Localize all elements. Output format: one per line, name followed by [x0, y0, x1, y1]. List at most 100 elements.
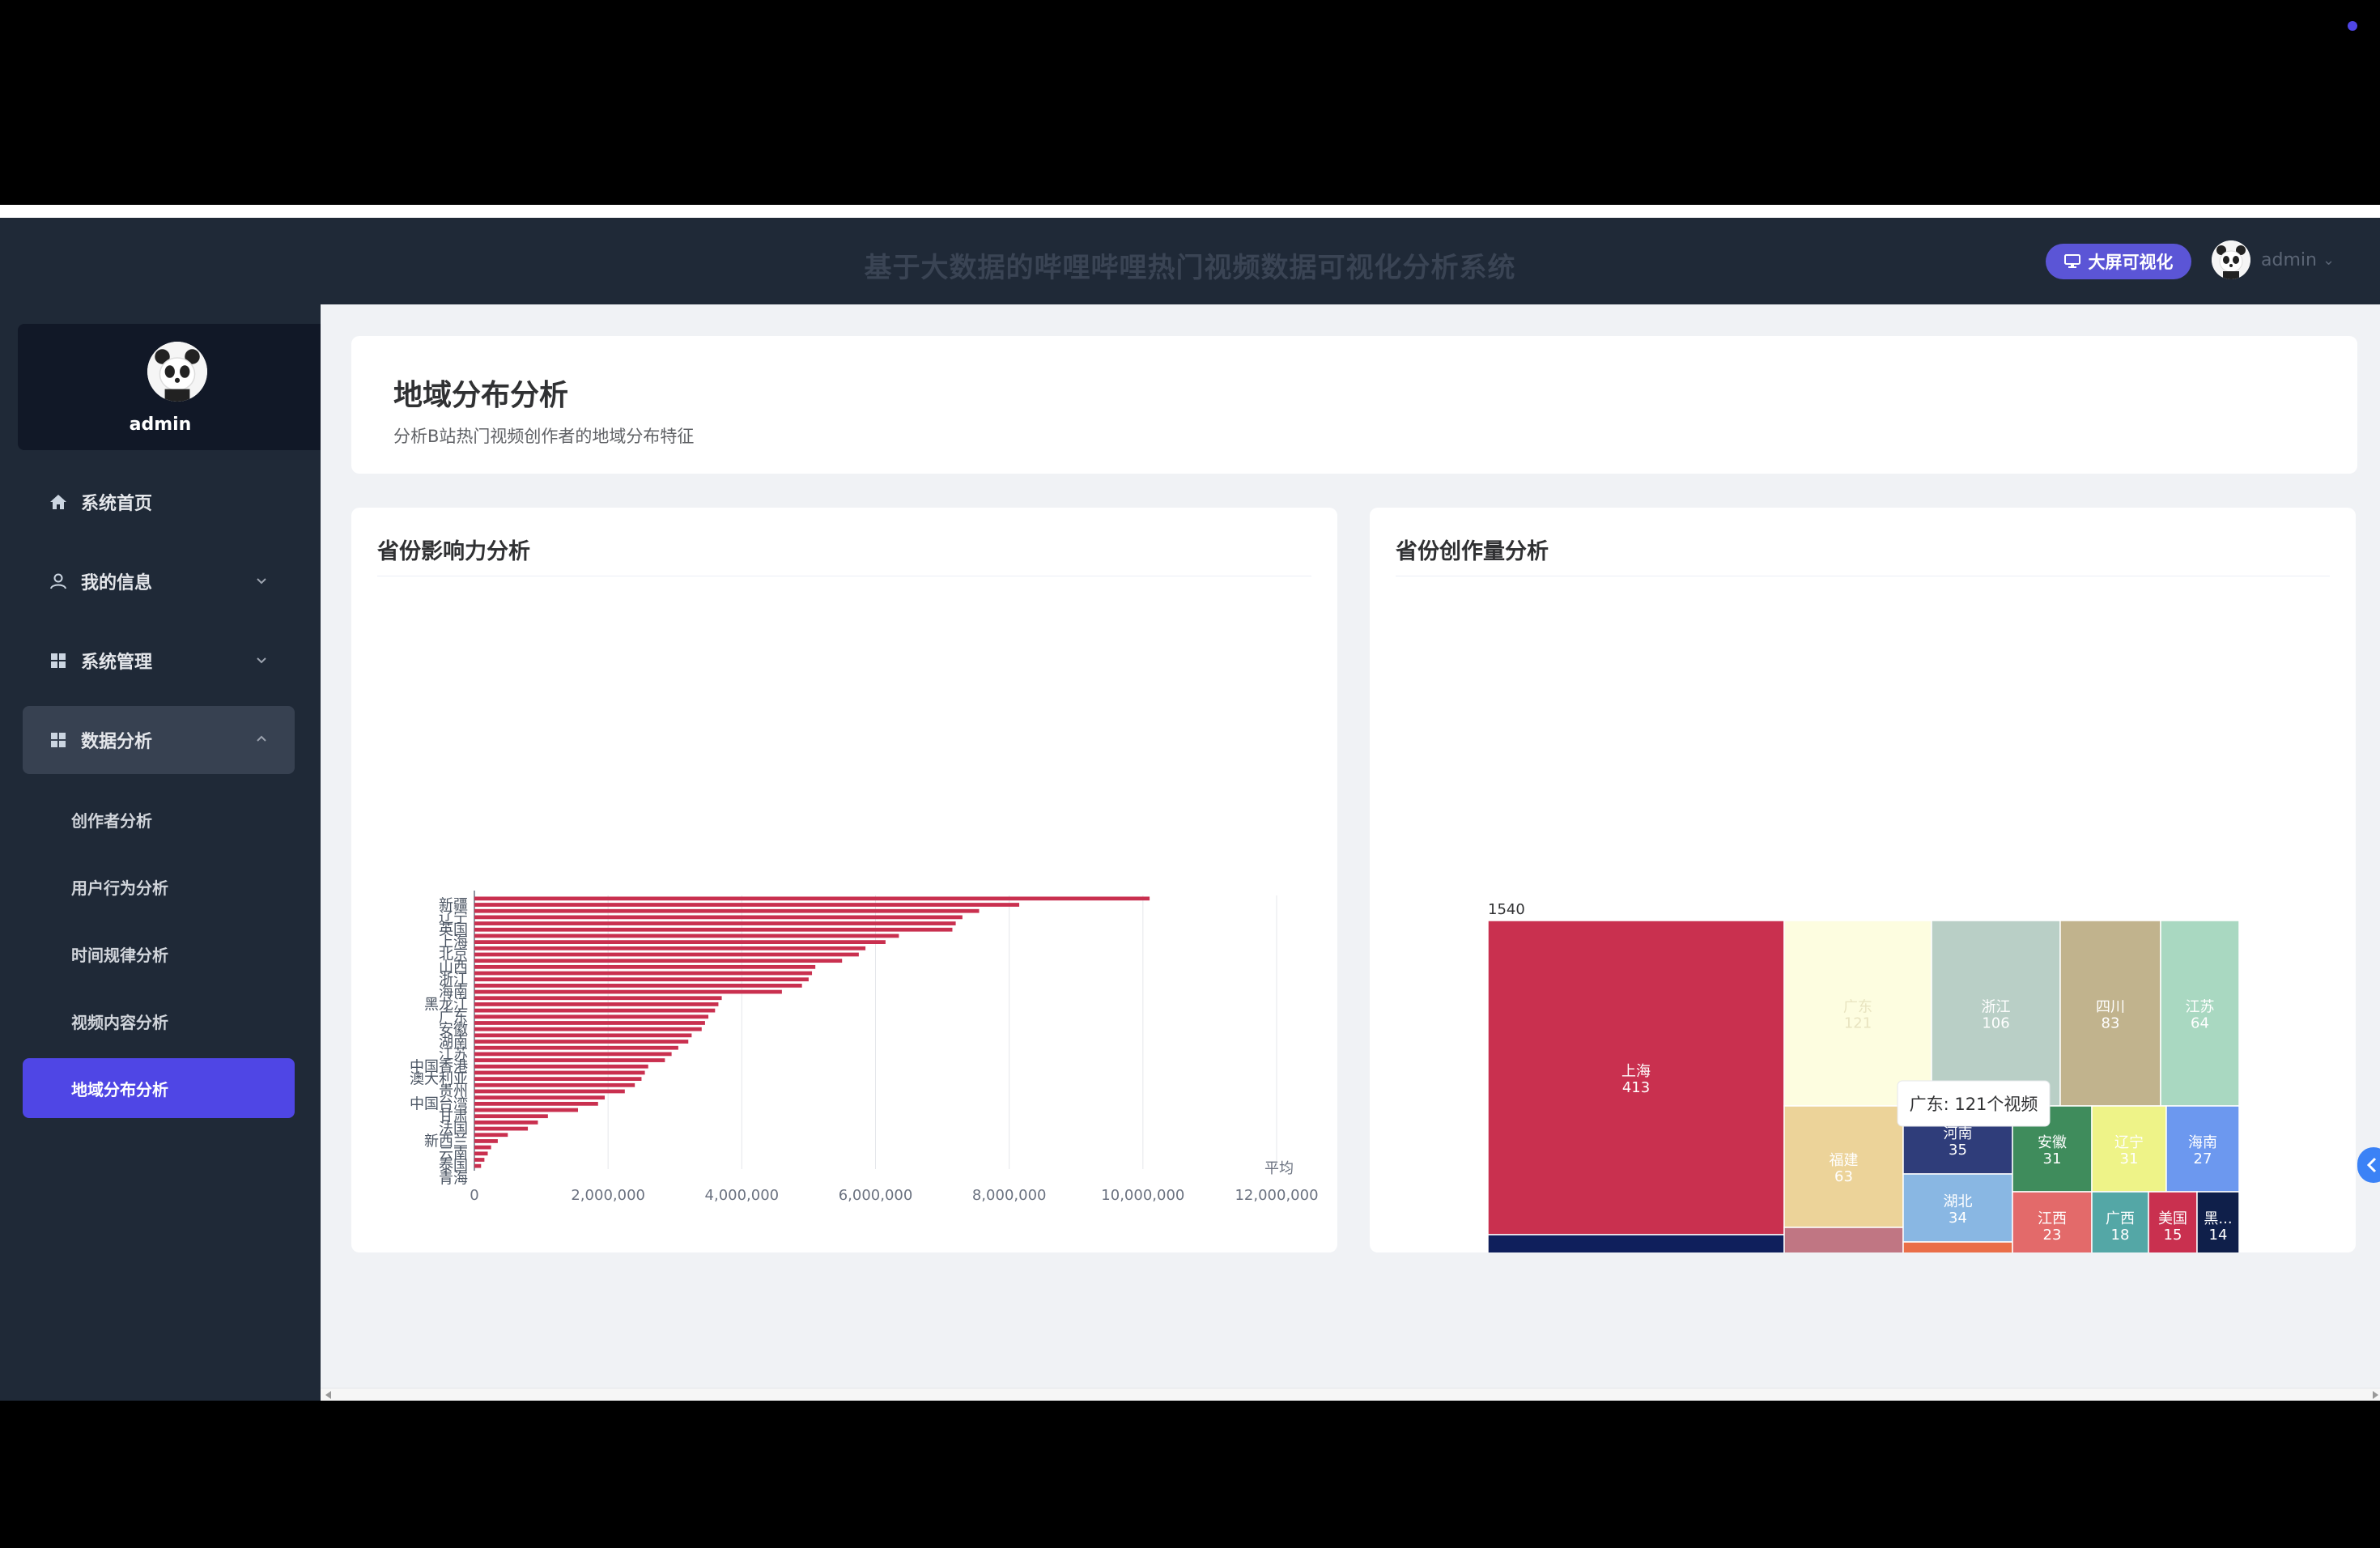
app-window: 基于大数据的哔哩哔哩热门视频数据可视化分析系统 大屏可视化 admin ⌄ ad…: [0, 218, 2380, 1401]
scroll-left-arrow-icon[interactable]: [325, 1391, 331, 1399]
sidebar-item-label: 系统管理: [81, 653, 153, 673]
treemap-cell-value: 31: [2120, 1150, 2139, 1167]
treemap-cell-name: 福建: [1830, 1152, 1859, 1169]
bar: [474, 1064, 648, 1069]
sidebar-item-data-analysis[interactable]: 数据分析: [23, 706, 295, 774]
bar: [474, 896, 1150, 901]
x-tick-label: 0: [470, 1187, 478, 1204]
treemap-cell[interactable]: [1783, 1227, 1904, 1252]
treemap-cell-value: 121: [1844, 1015, 1872, 1032]
big-screen-label: 大屏可视化: [2088, 253, 2174, 272]
treemap-tooltip: 广东: 121个视频: [1897, 1080, 2051, 1127]
system-title: 基于大数据的哔哩哔哩热门视频数据可视化分析系统: [864, 252, 1516, 284]
x-tick-label: 6,000,000: [839, 1187, 913, 1204]
treemap-cell-value: 15: [2164, 1227, 2182, 1244]
sidebar-item-system-management[interactable]: 系统管理: [23, 627, 295, 695]
treemap-total-label: 1540: [1488, 901, 1525, 918]
bar: [474, 915, 963, 920]
x-tick-label: 2,000,000: [571, 1187, 645, 1204]
bar: [474, 1089, 625, 1094]
bar: [474, 1058, 665, 1062]
chevron-down-icon: [257, 578, 266, 585]
treemap-cell[interactable]: [1902, 1241, 2013, 1252]
bar: [474, 1126, 529, 1131]
treemap-cell-name: 辽宁: [2114, 1134, 2144, 1151]
bar: [474, 977, 809, 982]
sidebar-profile: admin: [18, 324, 321, 450]
bar: [474, 1040, 689, 1044]
bar: [474, 933, 899, 938]
bar: [474, 952, 859, 957]
x-tick-label: 8,000,000: [972, 1187, 1047, 1204]
treemap-cell-value: 35: [1949, 1142, 1967, 1159]
chevron-down-icon: [257, 657, 266, 664]
bar: [474, 1133, 508, 1138]
bar: [474, 964, 816, 969]
chevron-left-icon: [2366, 1157, 2377, 1173]
volume-treemap-chart: 1540上海413北京195广东121浙江106四川83江苏64福建63山东46…: [1487, 901, 2240, 1252]
bar: [474, 927, 953, 932]
header-username[interactable]: admin: [2261, 250, 2317, 270]
sidebar-subitem-user-behavior[interactable]: 用户行为分析: [23, 857, 295, 916]
bar: [474, 1021, 705, 1025]
sidebar-subitem-label: 视频内容分析: [71, 1012, 168, 1032]
treemap-cell-name: 河南: [1944, 1125, 1973, 1142]
top-header: 基于大数据的哔哩哔哩热门视频数据可视化分析系统 大屏可视化 admin ⌄: [0, 218, 2380, 304]
bar: [474, 1033, 692, 1038]
grid-icon: [51, 733, 66, 747]
influence-bar-chart: 0 2,000,000 4,000,000 6,000,000 8,000,000 10,…: [410, 891, 1319, 1204]
bar: [474, 946, 866, 950]
treemap-cell-name: 海南: [2188, 1134, 2217, 1151]
treemap-cell-name: 广东: [1843, 999, 1872, 1016]
treemap-cell[interactable]: [1487, 1234, 1785, 1252]
treemap-cell-name: 上海: [1621, 1063, 1651, 1080]
x-tick-label: 10,000,000: [1101, 1187, 1184, 1204]
bar: [474, 921, 956, 925]
sidebar-subitem-creator-analysis[interactable]: 创作者分析: [23, 789, 295, 849]
sidebar-subitem-label: 地域分布分析: [71, 1079, 168, 1099]
sidebar-item-home[interactable]: 系统首页: [23, 468, 295, 536]
bar: [474, 1095, 606, 1100]
bar: [474, 1070, 645, 1075]
treemap-cell-value: 34: [1949, 1210, 1967, 1227]
treemap-cell-value: 63: [1834, 1168, 1853, 1185]
horizontal-scrollbar[interactable]: [321, 1388, 2380, 1401]
treemap-cell-name: 美国: [2158, 1210, 2187, 1227]
tooltip-text: 广东: 121个视频: [1910, 1095, 2038, 1114]
treemap-cell-value: 18: [2111, 1227, 2130, 1244]
bar: [474, 1027, 702, 1031]
y-category-label: 青海: [439, 1171, 468, 1188]
treemap-cell-name: 浙江: [1982, 999, 2011, 1016]
x-tick-label: 12,000,000: [1235, 1187, 1318, 1204]
monitor-icon: [2063, 254, 2080, 268]
sidebar-subitem-region-distribution[interactable]: 地域分布分析: [23, 1058, 295, 1118]
scroll-right-arrow-icon[interactable]: [2373, 1391, 2378, 1399]
x-unit-label: 平均: [1264, 1160, 1294, 1177]
treemap-cell-name: 广西: [2106, 1210, 2135, 1227]
treemap-cell-name: 江苏: [2186, 999, 2215, 1016]
treemap-cell-name: 黑...: [2204, 1210, 2232, 1227]
bar: [474, 1114, 548, 1119]
bar: [474, 959, 843, 963]
page-subtitle: 分析B站热门视频创作者的地域分布特征: [393, 427, 695, 446]
province-influence-card: 省份影响力分析 0 2,000,000 4,000,000 6,000,000 8,00…: [351, 508, 1337, 1252]
sidebar-subitem-time-pattern[interactable]: 时间规律分析: [23, 924, 295, 984]
side-collapse-handle[interactable]: [2357, 1147, 2380, 1183]
sidebar-subitem-video-content[interactable]: 视频内容分析: [23, 991, 295, 1051]
sidebar-item-label: 系统首页: [81, 494, 153, 514]
sidebar-item-my-info[interactable]: 我的信息: [23, 547, 295, 615]
panda-avatar-icon: [147, 342, 207, 402]
treemap-cell-name: 江西: [2038, 1210, 2067, 1227]
sidebar-subitem-label: 用户行为分析: [71, 878, 168, 898]
header-avatar[interactable]: [2212, 240, 2250, 279]
profile-avatar: [147, 342, 207, 402]
recording-indicator-dot: [2348, 21, 2357, 31]
treemap-cell-value: 31: [2043, 1150, 2062, 1167]
bar: [474, 1101, 598, 1106]
chevron-down-icon[interactable]: ⌄: [2323, 252, 2335, 269]
bar: [474, 903, 1020, 907]
province-volume-card: 省份创作量分析 1540上海413北京195广东121浙江106四川83江苏64…: [1370, 508, 2356, 1252]
treemap-cell-value: 83: [2102, 1015, 2120, 1032]
big-screen-button[interactable]: 大屏可视化: [2046, 244, 2191, 279]
panda-avatar-icon: [2212, 240, 2250, 279]
